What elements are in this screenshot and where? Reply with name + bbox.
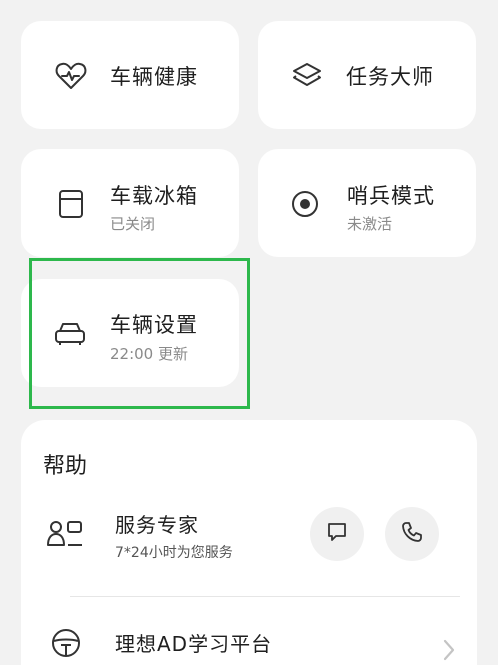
phone-button[interactable] <box>385 507 439 561</box>
phone-icon <box>401 521 423 547</box>
service-expert-icon <box>46 516 86 550</box>
fridge-title: 车载冰箱 <box>110 184 198 208</box>
layers-icon <box>290 59 324 93</box>
vehicle-health-title: 车辆健康 <box>110 65 198 89</box>
service-expert-subtitle: 7*24小时为您服务 <box>115 545 233 561</box>
task-master-title: 任务大师 <box>346 65 434 89</box>
chat-icon <box>326 521 348 547</box>
vehicle-health-tile[interactable]: 车辆健康 <box>21 21 239 129</box>
help-heading: 帮助 <box>43 454 88 479</box>
chevron-right-icon <box>442 638 456 665</box>
selection-highlight <box>29 258 250 409</box>
chat-button[interactable] <box>310 507 364 561</box>
sentry-mode-title: 哨兵模式 <box>347 184 435 208</box>
fridge-status: 已关闭 <box>110 215 156 233</box>
sentry-mode-tile[interactable]: 哨兵模式 未激活 <box>258 149 476 257</box>
ad-learning-title: 理想AD学习平台 <box>115 632 273 656</box>
heart-pulse-icon <box>54 59 88 93</box>
fridge-icon <box>54 187 88 221</box>
fridge-tile[interactable]: 车载冰箱 已关闭 <box>21 149 239 257</box>
ad-learning-row[interactable]: 理想AD学习平台 <box>40 612 460 665</box>
task-master-tile[interactable]: 任务大师 <box>258 21 476 129</box>
help-divider <box>70 596 460 597</box>
steering-wheel-icon <box>49 626 83 660</box>
service-expert-title: 服务专家 <box>115 513 199 537</box>
sentry-mode-status: 未激活 <box>347 215 393 233</box>
sentry-eye-icon <box>288 187 322 221</box>
